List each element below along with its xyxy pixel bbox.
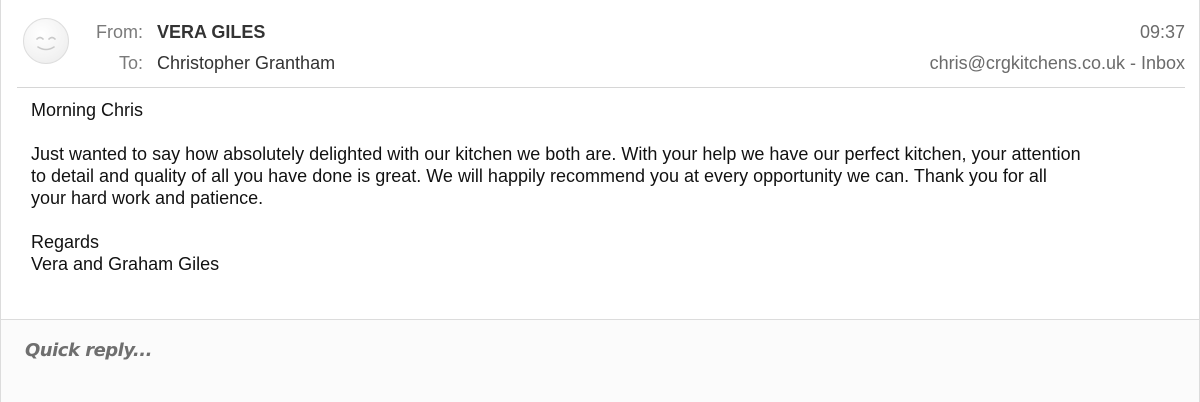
from-label: From: [96, 22, 143, 42]
greeting-line: Morning Chris [31, 100, 144, 120]
email-view: From: VERA GILES To: Christopher Grantha… [0, 0, 1200, 402]
received-time: 09:37 [1139, 22, 1185, 42]
quick-reply-input[interactable]: Quick reply... [25, 340, 152, 361]
to-label: To: [118, 53, 143, 73]
header-divider [17, 87, 1185, 88]
body-line: your hard work and patience. [31, 188, 264, 208]
signature-line: Vera and Graham Giles [31, 254, 220, 274]
sender-name[interactable]: VERA GILES [157, 22, 265, 43]
signoff-line: Regards [31, 232, 100, 252]
message-body: Morning Chris Just wanted to say how abs… [31, 99, 1191, 275]
mailbox-label: chris@crgkitchens.co.uk - Inbox [929, 53, 1185, 73]
recipient-name[interactable]: Christopher Grantham [157, 53, 335, 74]
body-line: to detail and quality of all you have do… [31, 166, 1047, 186]
reply-divider [1, 319, 1199, 320]
body-line: Just wanted to say how absolutely deligh… [31, 144, 1081, 164]
quick-reply-area[interactable] [1, 320, 1199, 402]
smiley-face-icon [23, 18, 69, 64]
email-header: From: VERA GILES To: Christopher Grantha… [1, 0, 1199, 86]
